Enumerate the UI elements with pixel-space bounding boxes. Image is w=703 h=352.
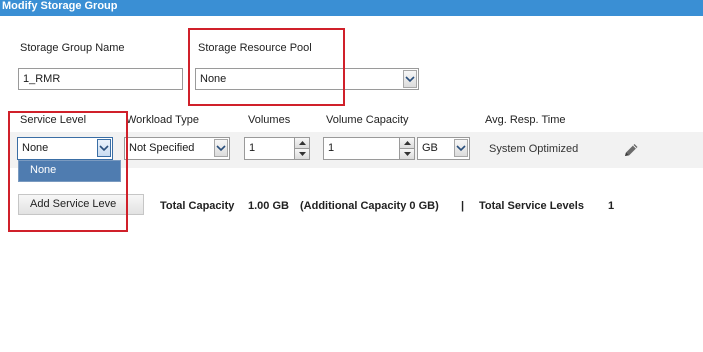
header-volumes: Volumes: [248, 114, 291, 126]
chevron-down-icon[interactable]: [403, 70, 417, 88]
total-capacity-label: Total Capacity: [160, 200, 235, 212]
storage-group-name-label: Storage Group Name: [20, 42, 125, 54]
volume-capacity-value: 1: [328, 142, 335, 154]
workload-type-value: Not Specified: [129, 142, 195, 154]
total-capacity-value: 1.00 GB: [248, 200, 289, 212]
volumes-spinner[interactable]: 1: [244, 137, 310, 160]
volume-capacity-spinner[interactable]: 1: [323, 137, 415, 160]
chevron-down-icon[interactable]: [214, 139, 228, 157]
additional-capacity-text: (Additional Capacity 0 GB): [300, 200, 439, 212]
highlight-box-resource-pool: [188, 28, 345, 106]
total-service-levels-label: Total Service Levels: [479, 200, 584, 212]
triangle-up-icon[interactable]: [295, 138, 309, 149]
pencil-icon[interactable]: [622, 143, 640, 159]
capacity-unit-select[interactable]: GB: [417, 137, 470, 160]
chevron-down-icon[interactable]: [454, 139, 468, 157]
triangle-up-icon[interactable]: [400, 138, 414, 149]
highlight-box-service-level: [8, 111, 128, 232]
capacity-unit-value: GB: [422, 142, 438, 154]
workload-type-select[interactable]: Not Specified: [124, 137, 230, 160]
header-avg-resp-time: Avg. Resp. Time: [485, 114, 566, 126]
volumes-value: 1: [249, 142, 256, 154]
triangle-down-icon[interactable]: [400, 148, 414, 159]
header-workload-type: Workload Type: [126, 114, 199, 126]
avg-resp-time-value: System Optimized: [489, 143, 579, 155]
storage-group-name-input[interactable]: 1_RMR: [18, 68, 183, 90]
header-volume-capacity: Volume Capacity: [326, 114, 409, 126]
total-service-levels-value: 1: [608, 200, 615, 212]
dialog-title: Modify Storage Group: [0, 0, 703, 16]
summary-separator: |: [461, 200, 465, 212]
triangle-down-icon[interactable]: [295, 148, 309, 159]
